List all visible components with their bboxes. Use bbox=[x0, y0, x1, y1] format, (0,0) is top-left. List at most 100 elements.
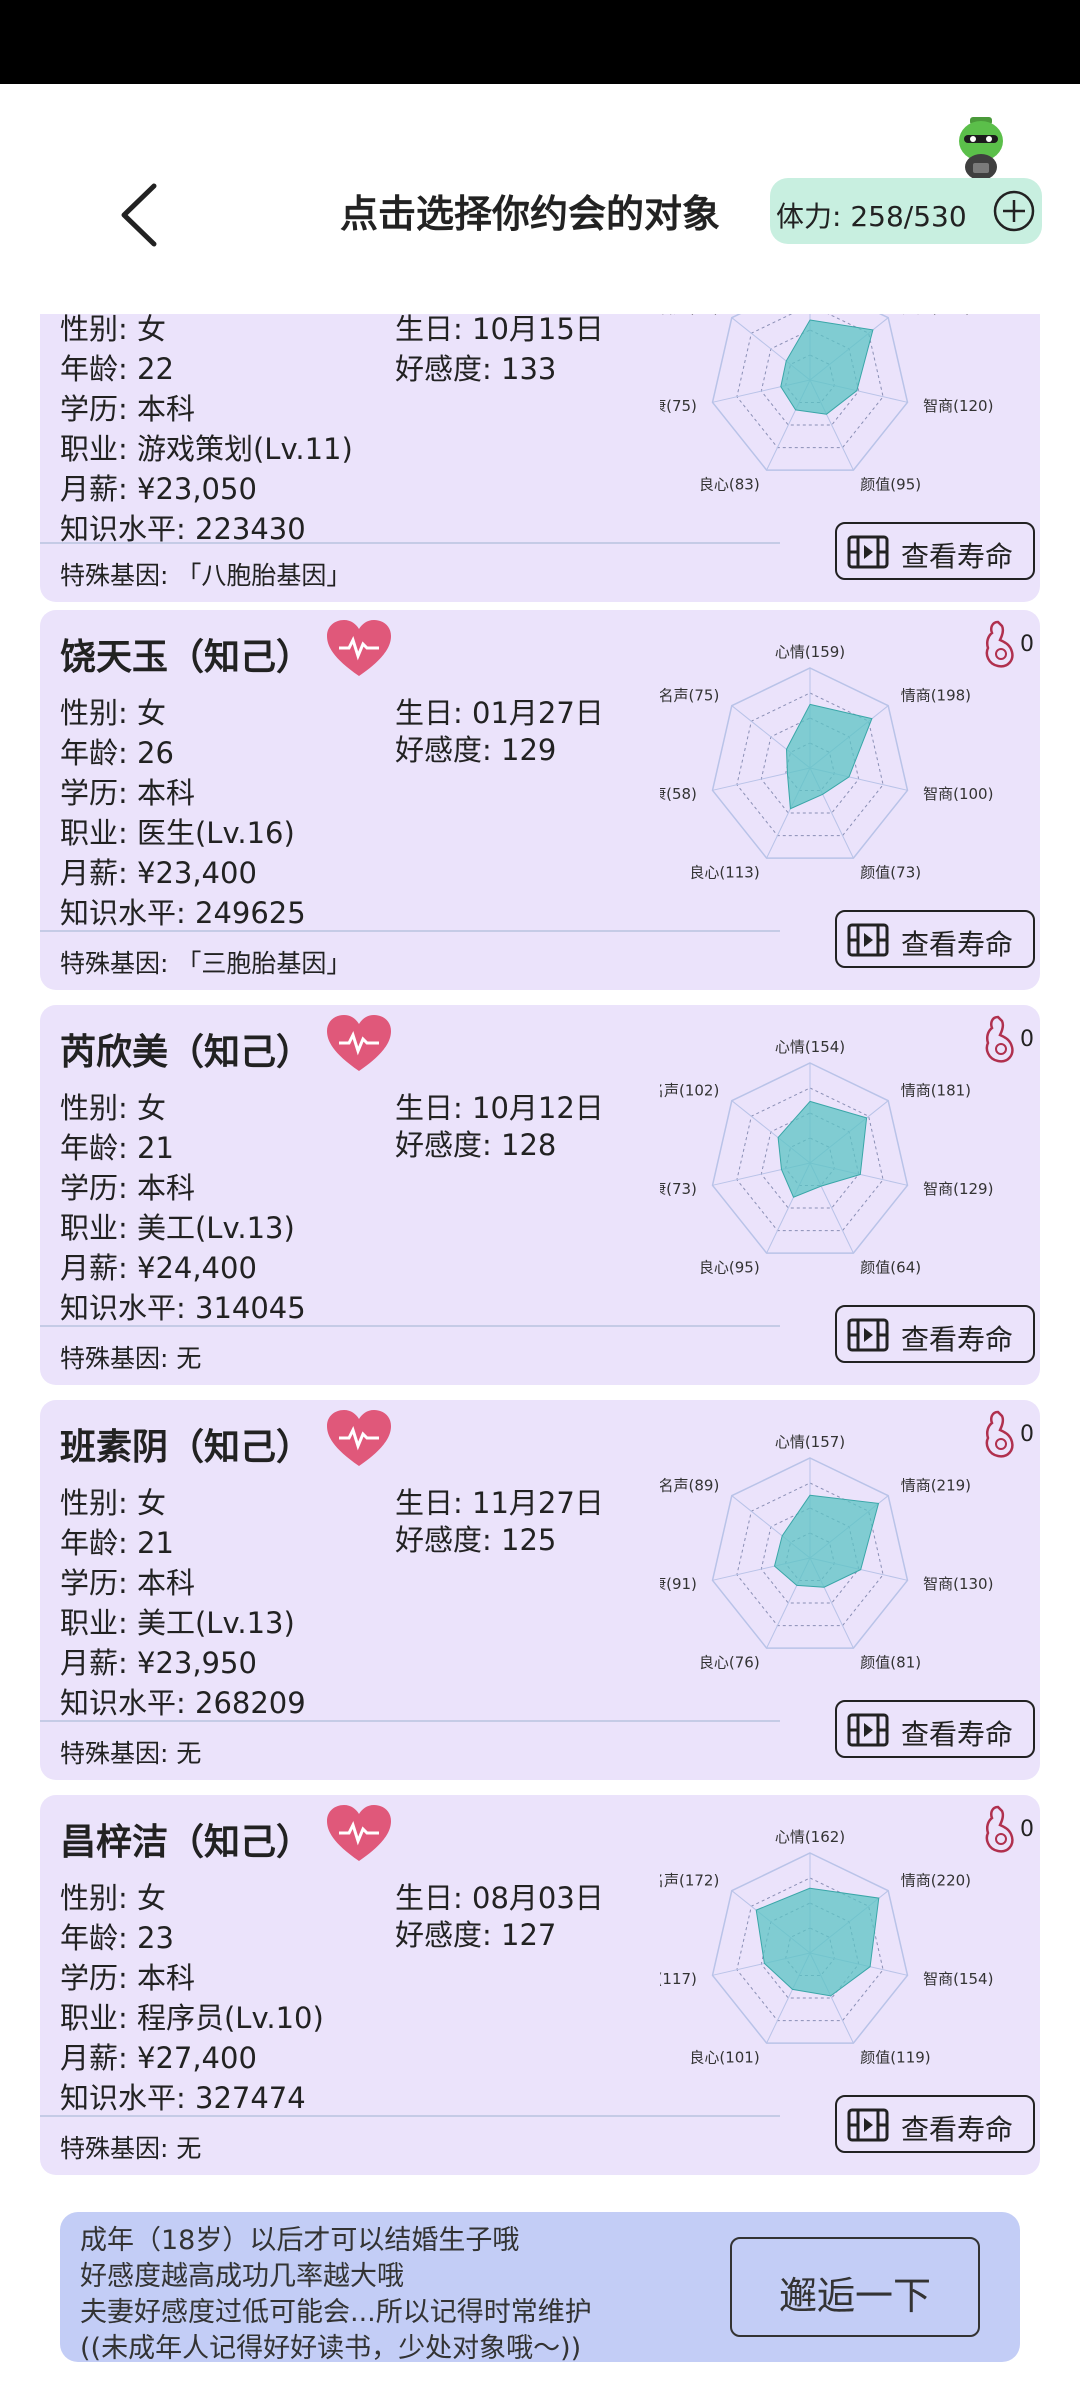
birthday-text: 生日: 08月03日 bbox=[395, 1881, 604, 1915]
candidate-name: 饶天玉（知己） bbox=[60, 637, 313, 678]
radar-axis-label: 心情(162) bbox=[775, 1828, 845, 1846]
special-gene-text: 特殊基因: 无 bbox=[60, 1344, 202, 1373]
view-lifespan-label: 查看寿命 bbox=[901, 1718, 1014, 1751]
birthday-text: 生日: 11月27日 bbox=[395, 1486, 604, 1520]
radar-axis-label: 健康(117) bbox=[660, 1970, 697, 1988]
radar-axis-label: 情商(198) bbox=[901, 687, 971, 705]
view-lifespan-button[interactable]: 查看寿命 bbox=[835, 1700, 1035, 1758]
candidate-card[interactable]: 性别: 女 年龄: 22 学历: 本科 职业: 游戏策划(Lv.11) 月薪: … bbox=[40, 314, 1040, 602]
gender-text: 性别: 女 bbox=[60, 1881, 166, 1915]
candidate-card[interactable]: 昌梓洁（知己） 0 性别: 女 年龄: 23 学历: 本科 职业: 程序员(Lv… bbox=[40, 1795, 1040, 2175]
stats-radar-chart: 心情(162) 情商(220) 智商(154) 颜值(119) 良心(101) 健康(11… bbox=[660, 1828, 993, 2067]
affection-text: 好感度: 127 bbox=[395, 1918, 557, 1952]
radar-axis-label: 名声(75) bbox=[660, 687, 719, 705]
radar-axis-label: 良心(101) bbox=[689, 2049, 759, 2067]
film-icon bbox=[847, 2108, 889, 2142]
heart-icon bbox=[327, 620, 391, 676]
heart-icon bbox=[327, 1410, 391, 1466]
salary-text: 月薪: ¥23,050 bbox=[60, 472, 257, 506]
divider bbox=[40, 1325, 780, 1327]
view-lifespan-button[interactable]: 查看寿命 bbox=[835, 2095, 1035, 2153]
radar-axis-label: 良心(83) bbox=[699, 476, 760, 494]
affection-text: 好感度: 129 bbox=[395, 733, 557, 767]
tip-text: 好感度越高成功几率越大哦 bbox=[80, 2261, 404, 2292]
divider bbox=[40, 1720, 780, 1722]
tip-text: 成年（18岁）以后才可以结婚生子哦 bbox=[80, 2225, 520, 2256]
job-text: 职业: 程序员(Lv.10) bbox=[60, 2001, 324, 2035]
view-lifespan-button[interactable]: 查看寿命 bbox=[835, 522, 1035, 580]
radar-data-area bbox=[755, 1887, 880, 1997]
radar-axis-label: 健康(75) bbox=[660, 397, 697, 415]
stats-radar-chart: 心情(157) 情商(219) 智商(130) 颜值(81) 良心(76) 健康(91) 名… bbox=[660, 1433, 993, 1672]
candidate-name: 班素阴（知己） bbox=[60, 1427, 313, 1468]
affection-text: 好感度: 133 bbox=[395, 352, 557, 386]
education-text: 学历: 本科 bbox=[60, 1171, 195, 1205]
view-lifespan-label: 查看寿命 bbox=[901, 540, 1014, 573]
mascot-icon bbox=[959, 117, 1003, 180]
tip-text: 夫妻好感度过低可能会...所以记得时常维护 bbox=[80, 2297, 592, 2328]
special-gene-text: 特殊基因: 无 bbox=[60, 2134, 202, 2163]
radar-data-area bbox=[777, 1100, 868, 1198]
film-icon bbox=[847, 923, 889, 957]
encounter-button[interactable]: 邂逅一下 bbox=[730, 2237, 980, 2337]
radar-axis-label: 情商(219) bbox=[901, 1477, 971, 1495]
candidate-card[interactable]: 芮欣美（知己） 0 性别: 女 年龄: 21 学历: 本科 职业: 美工(Lv.… bbox=[40, 1005, 1040, 1385]
birthday-text: 生日: 01月27日 bbox=[395, 696, 604, 730]
gender-text: 性别: 女 bbox=[60, 1091, 166, 1125]
radar-axis-label: 名声(172) bbox=[660, 1872, 719, 1890]
radar-axis-label: 心情(154) bbox=[775, 1038, 845, 1056]
job-text: 职业: 美工(Lv.13) bbox=[60, 1606, 295, 1640]
gender-text: 性别: 女 bbox=[60, 696, 166, 730]
age-text: 年龄: 23 bbox=[60, 1921, 174, 1955]
special-gene-text: 特殊基因: 无 bbox=[60, 1739, 202, 1768]
candidate-card[interactable]: 饶天玉（知己） 0 性别: 女 年龄: 26 学历: 本科 职业: 医生(Lv.… bbox=[40, 610, 1040, 990]
view-lifespan-button[interactable]: 查看寿命 bbox=[835, 1305, 1035, 1363]
radar-axis-label: 心情(159) bbox=[775, 643, 845, 661]
film-icon bbox=[847, 535, 889, 569]
salary-text: 月薪: ¥24,400 bbox=[60, 1251, 257, 1285]
gender-text: 性别: 女 bbox=[60, 314, 166, 346]
radar-axis-label: 智商(130) bbox=[923, 1575, 993, 1593]
encounter-button-label: 邂逅一下 bbox=[778, 2274, 931, 2318]
add-stamina-icon[interactable] bbox=[993, 190, 1035, 232]
radar-axis-label: 智商(120) bbox=[923, 397, 993, 415]
tips-panel: 成年（18岁）以后才可以结婚生子哦 好感度越高成功几率越大哦 夫妻好感度过低可能… bbox=[60, 2212, 1020, 2364]
radar-data-area bbox=[773, 1494, 880, 1588]
knowledge-text: 知识水平: 327474 bbox=[60, 2081, 306, 2115]
candidate-card[interactable]: 班素阴（知己） 0 性别: 女 年龄: 21 学历: 本科 职业: 美工(Lv.… bbox=[40, 1400, 1040, 1780]
job-text: 职业: 医生(Lv.16) bbox=[60, 816, 295, 850]
salary-text: 月薪: ¥27,400 bbox=[60, 2041, 257, 2075]
back-arrow-icon[interactable] bbox=[110, 180, 170, 250]
radar-axis-label: 名声(89) bbox=[660, 1477, 719, 1495]
candidate-list[interactable]: 性别: 女 年龄: 22 学历: 本科 职业: 游戏策划(Lv.11) 月薪: … bbox=[0, 314, 1080, 2194]
gender-text: 性别: 女 bbox=[60, 1486, 166, 1520]
stats-radar-chart: 心情(154) 情商(181) 智商(129) 颜值(64) 良心(95) 健康(73) 名… bbox=[660, 1038, 993, 1277]
film-icon bbox=[847, 1713, 889, 1747]
knowledge-text: 知识水平: 314045 bbox=[60, 1291, 306, 1325]
radar-axis-label: 情商(201) bbox=[901, 314, 971, 317]
view-lifespan-label: 查看寿命 bbox=[901, 928, 1014, 961]
age-text: 年龄: 21 bbox=[60, 1131, 174, 1165]
radar-axis-label: 智商(100) bbox=[923, 785, 993, 803]
radar-axis-label: 颜值(81) bbox=[860, 1654, 921, 1672]
salary-text: 月薪: ¥23,950 bbox=[60, 1646, 257, 1680]
education-text: 学历: 本科 bbox=[60, 392, 195, 426]
radar-axis-label: 情商(220) bbox=[901, 1872, 971, 1890]
status-bar bbox=[0, 0, 1080, 84]
candidate-name: 芮欣美（知己） bbox=[60, 1032, 313, 1073]
age-text: 年龄: 21 bbox=[60, 1526, 174, 1560]
birthday-text: 生日: 10月15日 bbox=[395, 314, 604, 346]
radar-axis-label: 良心(95) bbox=[699, 1259, 760, 1277]
view-lifespan-button[interactable]: 查看寿命 bbox=[835, 910, 1035, 968]
radar-axis-label: 良心(113) bbox=[689, 864, 759, 882]
birthday-text: 生日: 10月12日 bbox=[395, 1091, 604, 1125]
view-lifespan-label: 查看寿命 bbox=[901, 2113, 1014, 2146]
age-text: 年龄: 22 bbox=[60, 352, 174, 386]
stats-radar-chart: 情商(201) 智商(120) 颜值(95) 良心(83) 健康(75) 名声(76) bbox=[660, 314, 993, 494]
radar-axis-label: 颜值(95) bbox=[860, 476, 921, 494]
radar-axis-label: 健康(73) bbox=[660, 1180, 697, 1198]
stats-radar-chart: 心情(159) 情商(198) 智商(100) 颜值(73) 良心(113) 健康(58)… bbox=[660, 643, 993, 882]
education-text: 学历: 本科 bbox=[60, 1566, 195, 1600]
radar-data-area bbox=[785, 703, 873, 810]
radar-axis-label: 良心(76) bbox=[699, 1654, 760, 1672]
